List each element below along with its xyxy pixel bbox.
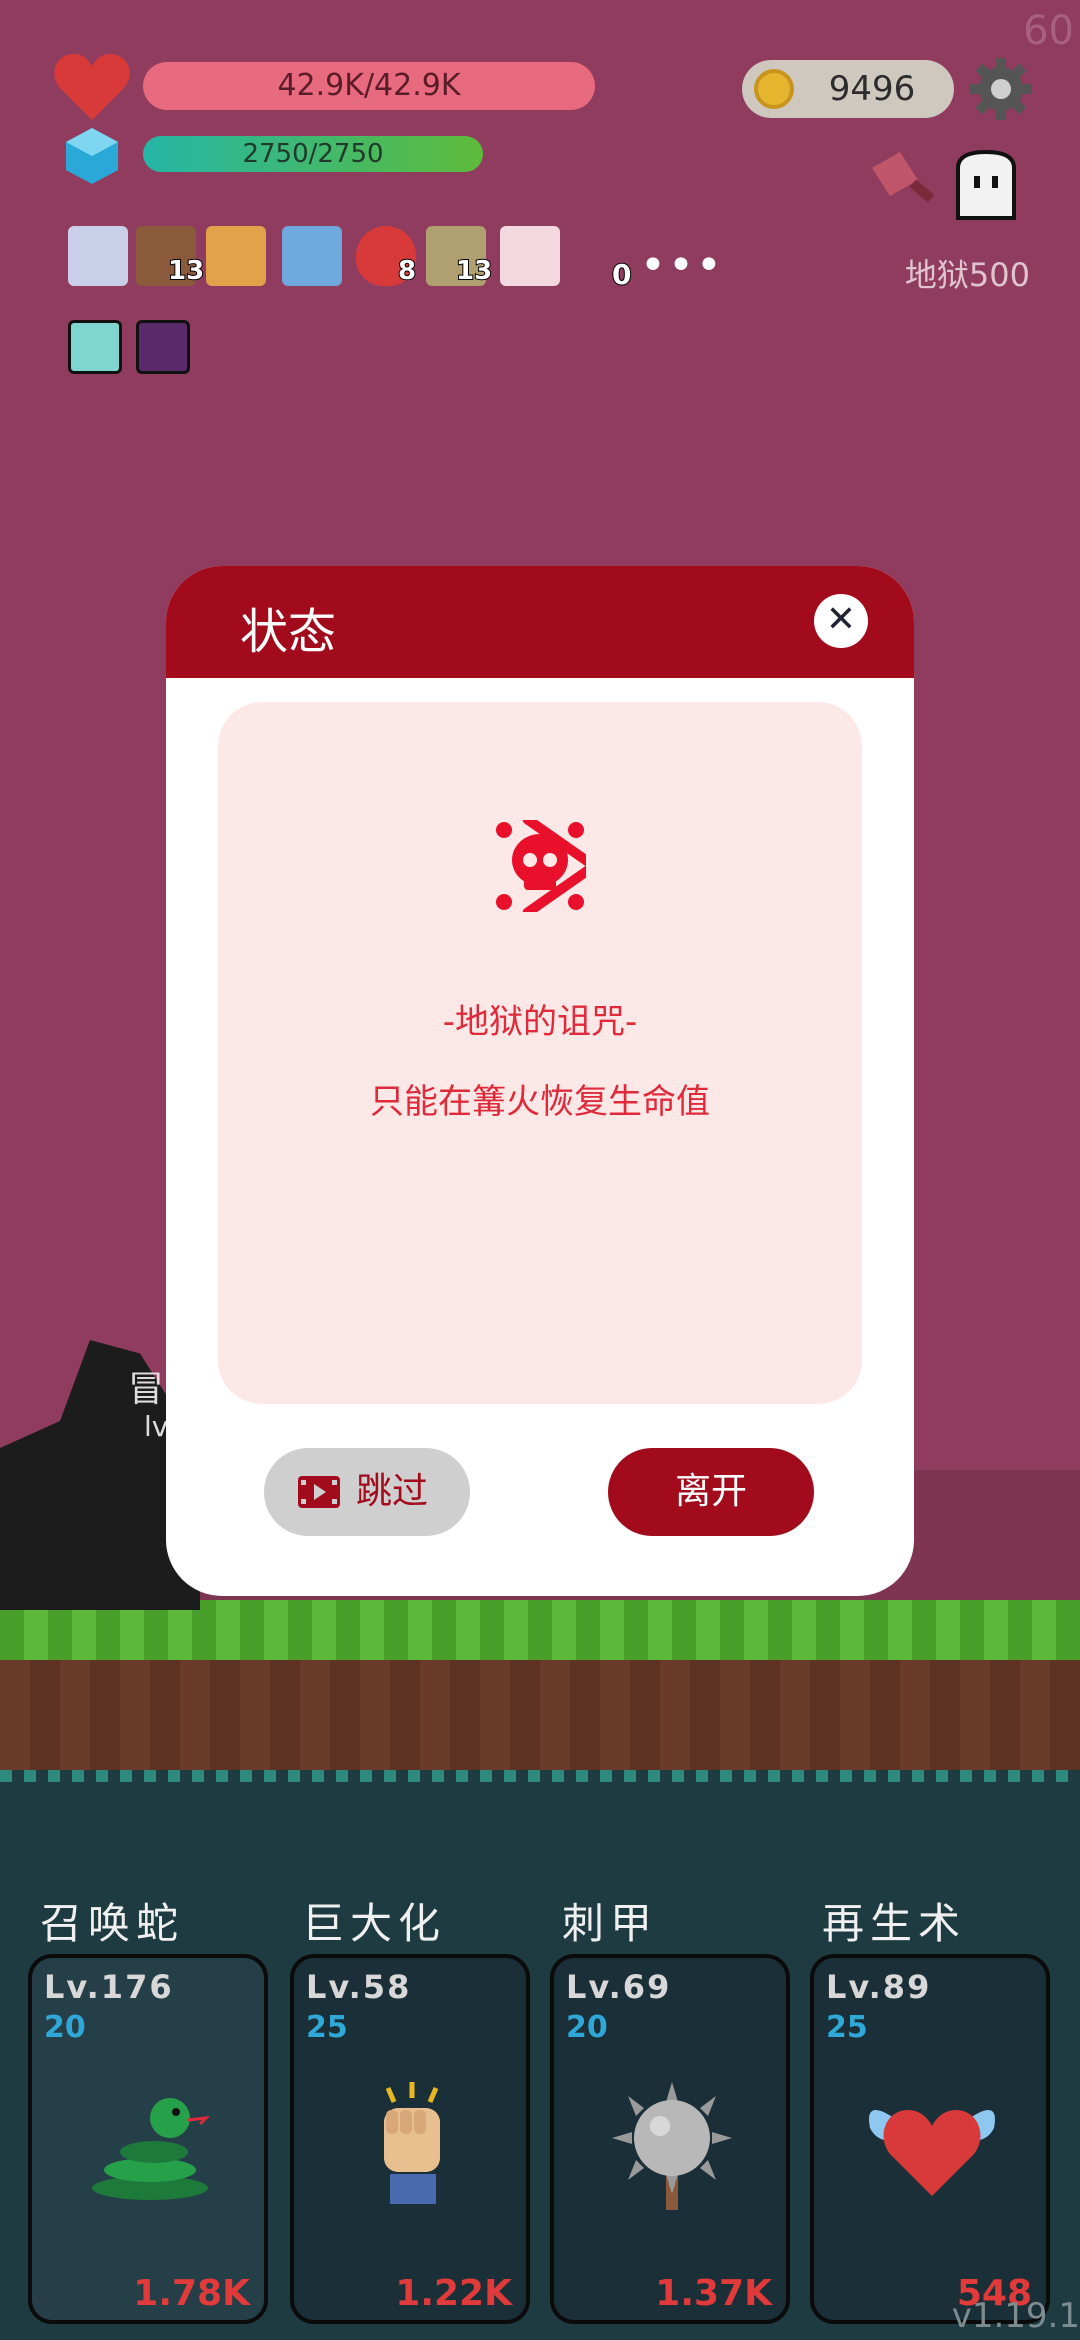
spiked-ball-icon — [612, 2082, 732, 2210]
skill-name: 刺甲 — [562, 1899, 659, 1948]
skill-name: 再生术 — [822, 1899, 967, 1948]
item-count: 13 — [167, 255, 205, 287]
mp-bar: 2750/2750 — [143, 136, 483, 172]
item-count: 8 — [397, 255, 417, 287]
curse-description: 只能在篝火恢复生命值 — [370, 1082, 710, 1122]
flag-badge-icon[interactable] — [68, 226, 128, 286]
skill-level: Lv.89 — [826, 1968, 932, 2006]
skill-cost: 1.37K — [655, 2273, 772, 2314]
lightbulb-icon[interactable] — [68, 320, 122, 374]
snake-icon — [92, 2098, 211, 2200]
skill-card-spike-armor[interactable]: Lv.69 20 1.37K — [550, 1954, 790, 2324]
book-icon[interactable] — [206, 226, 266, 286]
skip-button[interactable]: 跳过 — [264, 1448, 470, 1536]
skill-cost: 1.78K — [133, 2273, 250, 2314]
cleaver-icon[interactable] — [866, 148, 938, 220]
winged-heart-icon — [869, 2110, 995, 2196]
more-count: 0 — [611, 257, 633, 292]
skill-level: Lv.69 — [566, 1968, 672, 2006]
ghost-icon[interactable] — [950, 148, 1022, 224]
skill-card-summon-snake[interactable]: Lv.176 20 1.78K — [28, 1954, 268, 2324]
skill-name: 巨大化 — [302, 1899, 447, 1948]
skill-mana: 20 — [44, 2010, 86, 2045]
curse-info-card: -地狱的诅咒- 只能在篝火恢复生命值 — [218, 702, 862, 1404]
curse-title: -地狱的诅咒- — [442, 1002, 638, 1042]
video-icon — [298, 1476, 340, 1508]
gear-icon[interactable] — [970, 58, 1032, 120]
shirt-icon[interactable] — [282, 226, 342, 286]
fist-icon — [384, 2082, 440, 2204]
enemy-name-fragment: 冒 — [128, 1369, 165, 1410]
modal-header: 状态 ✕ — [166, 566, 914, 678]
water-surface — [0, 1770, 1080, 1782]
item-count: 13 — [455, 255, 493, 287]
leave-button[interactable]: 离开 — [608, 1448, 814, 1536]
status-modal: 状态 ✕ -地狱的诅咒- 只能在篝火恢复生命值 跳过 离开 — [166, 566, 914, 1596]
skill-card-regeneration[interactable]: Lv.89 25 548 — [810, 1954, 1050, 2324]
demon-icon[interactable] — [136, 320, 190, 374]
coin-value: 9496 — [828, 69, 916, 109]
skill-cost: 1.22K — [395, 2273, 512, 2314]
skill-level: Lv.58 — [306, 1968, 412, 2006]
close-button[interactable]: ✕ — [814, 594, 868, 648]
enemy-level-fragment: lv — [144, 1410, 169, 1443]
more-icon[interactable]: ••• — [640, 240, 724, 291]
heart-icon — [54, 54, 130, 120]
modal-title: 状态 — [240, 604, 337, 660]
version-label: v1.19.1 — [951, 2296, 1080, 2336]
skill-level: Lv.176 — [44, 1968, 174, 2006]
skill-name: 召唤蛇 — [40, 1899, 185, 1948]
skill-mana: 20 — [566, 2010, 608, 2045]
mana-gem-icon — [66, 128, 118, 184]
coin-counter: 9496 — [742, 60, 954, 118]
coin-icon — [754, 69, 794, 109]
hp-bar: 42.9K/42.9K — [143, 62, 595, 110]
dirt-ground — [0, 1660, 1080, 1770]
skill-card-giant[interactable]: Lv.58 25 1.22K — [290, 1954, 530, 2324]
fps-counter: 60 — [1023, 8, 1074, 54]
stage-label: 地狱500 — [904, 256, 1030, 294]
skip-label: 跳过 — [356, 1471, 429, 1512]
calendar-heart-icon[interactable] — [500, 226, 560, 286]
skill-mana: 25 — [826, 2010, 868, 2045]
skill-mana: 25 — [306, 2010, 348, 2045]
skull-crossbones-icon — [496, 820, 586, 912]
